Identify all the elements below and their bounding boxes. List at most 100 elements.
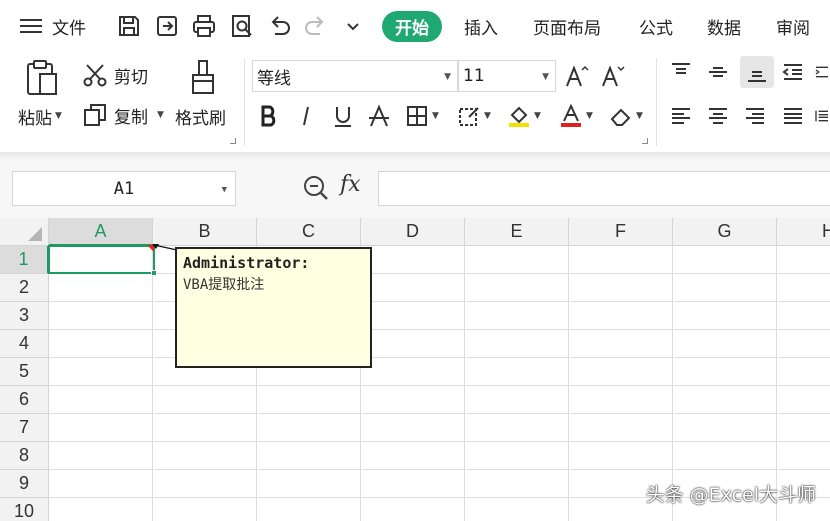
cell-a4[interactable]: [49, 330, 153, 358]
font-color-button[interactable]: ▼: [554, 100, 598, 132]
row-header-7[interactable]: 7: [0, 414, 49, 442]
paste-icon-button[interactable]: [22, 58, 62, 98]
italic-button[interactable]: [291, 100, 321, 132]
cell-g3[interactable]: [673, 302, 777, 330]
cell-e6[interactable]: [465, 386, 569, 414]
cell-h2[interactable]: [777, 274, 830, 302]
cell-g1[interactable]: [673, 246, 777, 274]
customize-quick-access-button[interactable]: [338, 11, 368, 41]
redo-button[interactable]: [301, 11, 331, 41]
tab-page-layout[interactable]: 页面布局: [533, 11, 601, 42]
cell-f5[interactable]: [569, 358, 673, 386]
cell-g2[interactable]: [673, 274, 777, 302]
cell-a6[interactable]: [49, 386, 153, 414]
align-bottom-button[interactable]: [740, 56, 774, 88]
cell-b7[interactable]: [153, 414, 257, 442]
formula-input[interactable]: [378, 171, 830, 206]
cell-d3[interactable]: [361, 302, 465, 330]
cell-e8[interactable]: [465, 442, 569, 470]
align-left-button[interactable]: [666, 100, 696, 132]
undo-button[interactable]: [264, 11, 294, 41]
align-center-button[interactable]: [703, 100, 733, 132]
font-group-launcher[interactable]: [642, 138, 648, 144]
format-painter-button[interactable]: 格式刷: [175, 104, 226, 129]
name-box[interactable]: A1 ▼: [12, 171, 236, 206]
cell-e2[interactable]: [465, 274, 569, 302]
column-header-a[interactable]: A: [49, 218, 153, 246]
cell-g6[interactable]: [673, 386, 777, 414]
cell-d5[interactable]: [361, 358, 465, 386]
cell-f8[interactable]: [569, 442, 673, 470]
cell-f1[interactable]: [569, 246, 673, 274]
comment-box[interactable]: Administrator: VBA提取批注: [175, 247, 372, 368]
save-button[interactable]: [114, 11, 144, 41]
cell-c10[interactable]: [257, 498, 361, 521]
underline-button[interactable]: [328, 100, 358, 132]
cell-d7[interactable]: [361, 414, 465, 442]
cell-b6[interactable]: [153, 386, 257, 414]
cell-b8[interactable]: [153, 442, 257, 470]
cell-d1[interactable]: [361, 246, 465, 274]
cell-f7[interactable]: [569, 414, 673, 442]
tab-insert[interactable]: 插入: [464, 11, 498, 42]
cell-g8[interactable]: [673, 442, 777, 470]
cell-a8[interactable]: [49, 442, 153, 470]
increase-indent-button[interactable]: [814, 56, 830, 88]
active-cell-a1[interactable]: [48, 245, 157, 276]
select-all-corner[interactable]: [0, 218, 49, 246]
row-header-8[interactable]: 8: [0, 442, 49, 470]
cell-a5[interactable]: [49, 358, 153, 386]
tab-formulas[interactable]: 公式: [639, 11, 673, 42]
justify-button[interactable]: [778, 100, 808, 132]
row-header-10[interactable]: 10: [0, 498, 49, 521]
align-middle-button[interactable]: [703, 56, 733, 88]
column-header-f[interactable]: F: [569, 218, 673, 246]
cell-a9[interactable]: [49, 470, 153, 498]
row-header-5[interactable]: 5: [0, 358, 49, 386]
cell-g4[interactable]: [673, 330, 777, 358]
tab-home[interactable]: 开始: [382, 11, 442, 42]
row-header-3[interactable]: 3: [0, 302, 49, 330]
cell-e9[interactable]: [465, 470, 569, 498]
cell-g7[interactable]: [673, 414, 777, 442]
distributed-align-button[interactable]: [814, 100, 830, 132]
row-header-4[interactable]: 4: [0, 330, 49, 358]
cell-e3[interactable]: [465, 302, 569, 330]
cell-d6[interactable]: [361, 386, 465, 414]
column-header-e[interactable]: E: [465, 218, 569, 246]
increase-font-size-button[interactable]: [562, 60, 592, 92]
cell-e7[interactable]: [465, 414, 569, 442]
cell-f4[interactable]: [569, 330, 673, 358]
cell-c7[interactable]: [257, 414, 361, 442]
row-header-6[interactable]: 6: [0, 386, 49, 414]
cell-g5[interactable]: [673, 358, 777, 386]
column-header-c[interactable]: C: [257, 218, 361, 246]
cell-d9[interactable]: [361, 470, 465, 498]
cell-c6[interactable]: [257, 386, 361, 414]
row-header-9[interactable]: 9: [0, 470, 49, 498]
cell-h5[interactable]: [777, 358, 830, 386]
cell-h3[interactable]: [777, 302, 830, 330]
cell-d8[interactable]: [361, 442, 465, 470]
fill-handle[interactable]: [151, 270, 157, 276]
cell-e4[interactable]: [465, 330, 569, 358]
cell-c8[interactable]: [257, 442, 361, 470]
copy-button[interactable]: 复制 ▼: [82, 102, 164, 128]
cell-d10[interactable]: [361, 498, 465, 521]
cell-f3[interactable]: [569, 302, 673, 330]
cell-e10[interactable]: [465, 498, 569, 521]
align-right-button[interactable]: [740, 100, 770, 132]
cell-b10[interactable]: [153, 498, 257, 521]
cell-a10[interactable]: [49, 498, 153, 521]
cell-d4[interactable]: [361, 330, 465, 358]
cell-a2[interactable]: [49, 274, 153, 302]
font-name-select[interactable]: 等线 ▼: [252, 60, 458, 92]
tab-review[interactable]: 审阅: [776, 11, 810, 42]
cell-h6[interactable]: [777, 386, 830, 414]
borders-button[interactable]: ▼: [400, 100, 444, 132]
insert-function-button[interactable]: fx: [340, 172, 361, 197]
column-header-d[interactable]: D: [361, 218, 465, 246]
cell-c9[interactable]: [257, 470, 361, 498]
cell-style-button[interactable]: ▼: [452, 100, 496, 132]
format-painter-icon-button[interactable]: [186, 58, 220, 98]
